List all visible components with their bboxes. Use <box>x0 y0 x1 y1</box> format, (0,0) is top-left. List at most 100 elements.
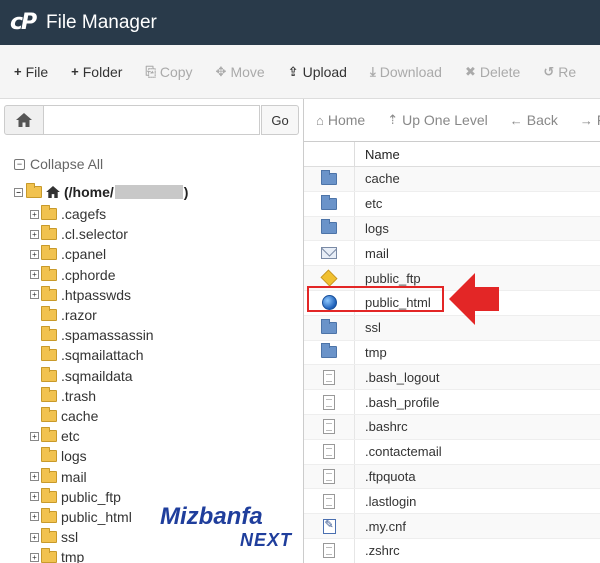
toolbar-folder-button[interactable]: + Folder <box>71 64 122 80</box>
tree-item[interactable]: + tmp <box>30 547 154 563</box>
file-name: .my.cnf <box>365 518 406 534</box>
toolbar-upload-button[interactable]: ⇪ Upload <box>288 64 347 80</box>
tree-item[interactable]: .razor <box>30 305 154 325</box>
tree-root-home[interactable]: − (/home/ ) <box>14 183 189 200</box>
expand-toggle-icon[interactable]: + <box>30 492 39 502</box>
expand-toggle-icon[interactable]: + <box>30 209 39 219</box>
toolbar-move-button[interactable]: ✥ Move <box>216 64 265 80</box>
tree-item[interactable]: + .cpanel <box>30 244 154 264</box>
tree-item[interactable]: + public_ftp <box>30 487 154 507</box>
home-directory-button[interactable] <box>4 105 44 135</box>
folder-icon <box>41 306 57 322</box>
file-icon <box>323 394 335 410</box>
nav-home-button[interactable]: ⌂ Home <box>316 112 365 128</box>
folder-icon <box>41 447 57 463</box>
expand-toggle-icon[interactable]: + <box>30 290 39 300</box>
expand-toggle-icon[interactable]: + <box>30 472 39 482</box>
expand-toggle-icon[interactable]: + <box>30 229 39 239</box>
tree-item[interactable]: + .cagefs <box>30 204 154 224</box>
toolbar-button-label: Copy <box>159 63 193 80</box>
tree-item[interactable]: + ssl <box>30 527 154 547</box>
file-name: .ftpquota <box>365 468 416 484</box>
table-row[interactable]: .my.cnf <box>304 514 600 539</box>
tree-item[interactable]: + .cphorde <box>30 265 154 285</box>
icon-cell <box>304 365 355 390</box>
tree-item[interactable]: .spamassassin <box>30 325 154 345</box>
folder-open-icon <box>26 183 42 198</box>
collapse-toggle-icon[interactable]: − <box>14 187 23 197</box>
table-row[interactable]: tmp <box>304 340 600 366</box>
nav-button-label: Up One Level <box>402 112 488 128</box>
go-button[interactable]: Go <box>261 105 299 135</box>
tree-item-label: .cl.selector <box>61 226 128 243</box>
table-row[interactable]: .lastlogin <box>304 489 600 515</box>
collapse-all-link[interactable]: − Collapse All <box>14 156 103 172</box>
file-name: .bashrc <box>365 419 408 435</box>
table-row[interactable]: .ftpquota <box>304 464 600 490</box>
toolbar-file-button[interactable]: + File <box>14 64 48 80</box>
name-column-header[interactable]: Name <box>355 147 400 162</box>
cpanel-logo[interactable]: cP <box>10 10 40 35</box>
tree-item[interactable]: + etc <box>30 426 154 446</box>
icon-cell <box>304 191 355 216</box>
tree-item[interactable]: .sqmaildata <box>30 366 154 386</box>
table-row[interactable]: mail <box>304 241 600 267</box>
icon-cell <box>304 464 355 489</box>
expand-toggle-icon[interactable]: + <box>30 532 39 542</box>
expand-toggle-icon[interactable]: + <box>30 270 39 280</box>
tree-item[interactable]: + .cl.selector <box>30 224 154 244</box>
file-icon <box>323 493 335 509</box>
expand-toggle-icon[interactable]: + <box>30 431 39 441</box>
folder-icon <box>321 169 337 185</box>
root-path-suffix: ) <box>183 184 189 200</box>
navigation-toolbar: ⌂Home ⇡Up One Level ←Back →F <box>304 99 600 141</box>
file-name: public_ftp <box>365 270 421 286</box>
icon-cell <box>304 538 355 563</box>
table-row[interactable]: etc <box>304 191 600 217</box>
tree-item-label: .razor <box>61 307 97 324</box>
tree-item-label: .sqmailattach <box>61 347 144 364</box>
path-input[interactable] <box>44 105 260 135</box>
tree-item[interactable]: .sqmailattach <box>30 345 154 365</box>
expand-toggle-icon[interactable]: + <box>30 552 39 562</box>
nav-button-label: Back <box>526 112 558 128</box>
tree-item[interactable]: + public_html <box>30 507 154 527</box>
icon-cell <box>304 167 355 191</box>
tree-item-label: tmp <box>61 549 85 563</box>
table-row[interactable]: .zshrc <box>304 538 600 563</box>
table-row[interactable]: logs <box>304 216 600 242</box>
tree-item[interactable]: cache <box>30 406 154 426</box>
toolbar-copy-button[interactable]: ⎘ Copy <box>145 64 192 80</box>
toolbar-button-label: Re <box>558 63 577 80</box>
icon-cell <box>304 216 355 241</box>
home-icon <box>16 113 32 127</box>
toolbar-button-label: Move <box>230 63 265 80</box>
icon-column-header[interactable] <box>304 142 355 166</box>
tree-item[interactable]: + .htpasswds <box>30 285 154 305</box>
folder-icon <box>41 245 57 261</box>
directory-tree-panel: Go − Collapse All − (/home/ ) + .cagefs +.… <box>0 99 303 563</box>
table-row[interactable]: .bashrc <box>304 414 600 440</box>
tree-item[interactable]: logs <box>30 446 154 466</box>
file-icon <box>323 444 335 460</box>
toolbar-delete-button[interactable]: ✖ Delete <box>465 64 520 80</box>
nav-f-button[interactable]: →F <box>580 112 600 128</box>
table-row[interactable]: .bash_profile <box>304 390 600 415</box>
tree-item[interactable]: + mail <box>30 466 154 486</box>
tree-item[interactable]: .trash <box>30 386 154 406</box>
table-row[interactable]: .contactemail <box>304 439 600 465</box>
expand-toggle-icon[interactable]: + <box>30 512 39 522</box>
table-row[interactable]: .bash_logout <box>304 365 600 391</box>
expand-toggle-icon[interactable]: + <box>30 249 39 259</box>
file-list-table: Name cache etc logs mail public_ftp public_ht… <box>304 141 600 563</box>
nav-up-one-level-button[interactable]: ⇡ Up One Level <box>387 112 488 128</box>
app-title: File Manager <box>46 11 157 33</box>
icon-cell <box>304 315 355 340</box>
toolbar-download-button[interactable]: ⤓ Download <box>370 64 442 80</box>
toolbar-re-button[interactable]: ↺ Re <box>543 64 576 80</box>
nav-back-button[interactable]: ← Back <box>510 112 558 128</box>
file-name: .zshrc <box>365 543 400 559</box>
table-row[interactable]: cache <box>304 167 600 192</box>
watermark-line2: NEXT <box>239 530 292 550</box>
folder-icon <box>41 366 57 382</box>
